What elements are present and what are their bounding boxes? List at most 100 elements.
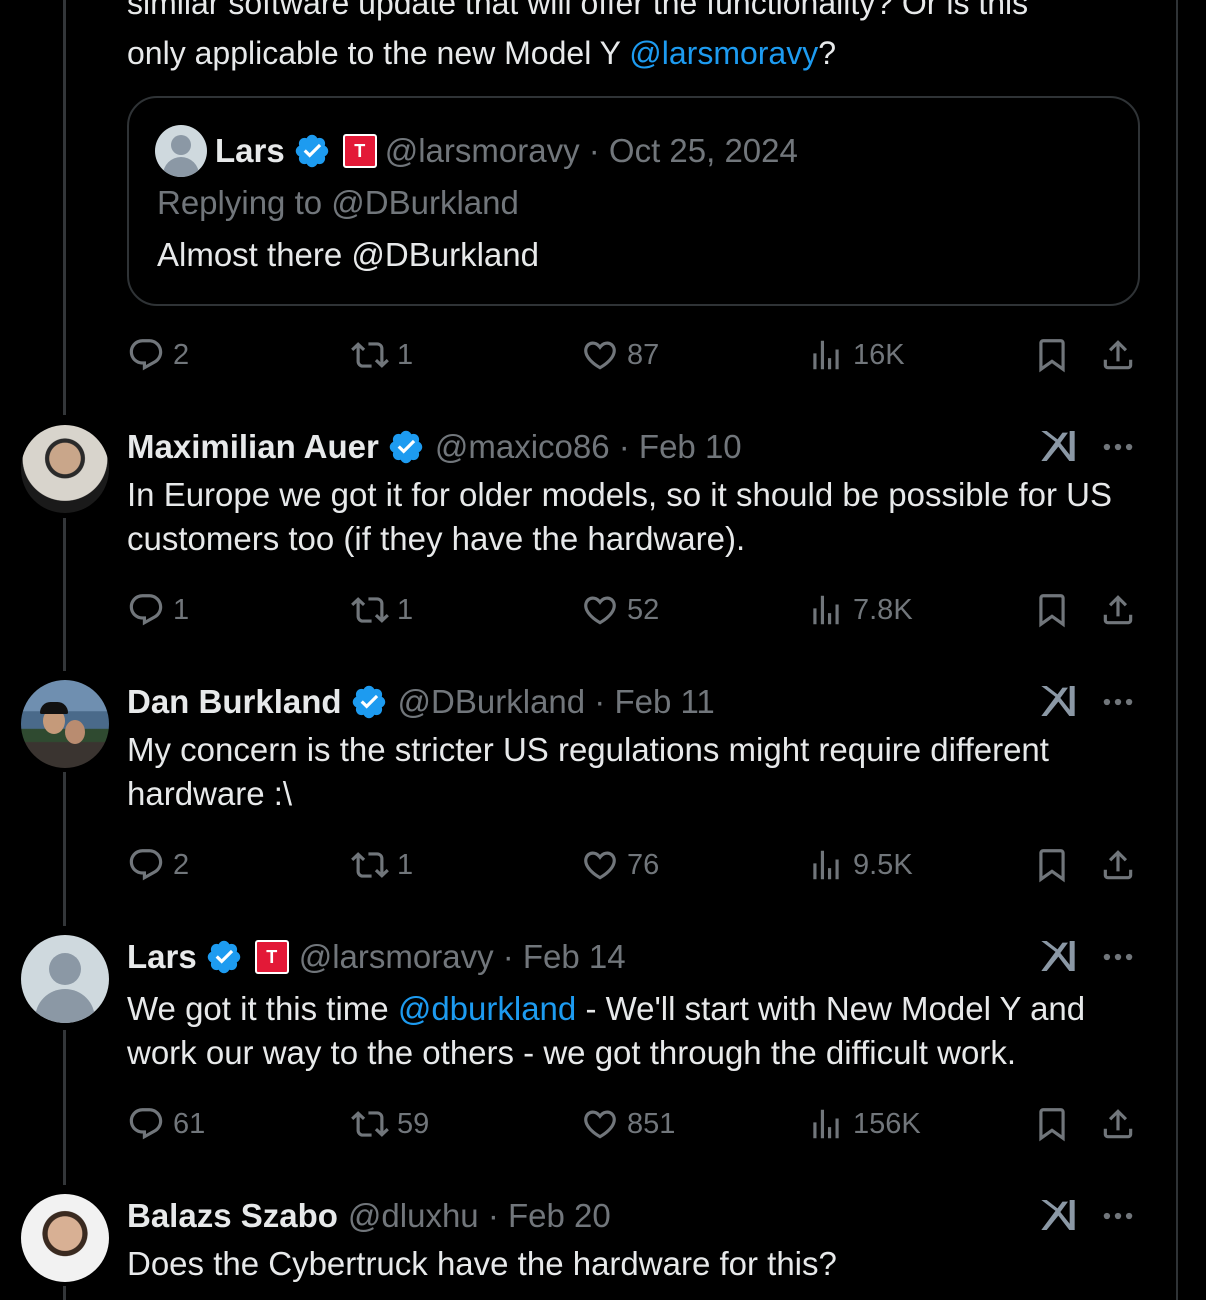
thread-line [63,1030,66,1185]
more-icon[interactable] [1098,938,1138,976]
quoted-tweet-header: Lars T @larsmoravy · Oct 25, 2024 [155,124,798,178]
thread-line [63,772,66,926]
tweet-text: In Europe we got it for older models, so… [127,476,1113,557]
heart-icon [581,336,619,374]
bookmark-button[interactable] [1033,588,1079,632]
tweet-text-line: only applicable to the new Model Y @lars… [127,35,837,71]
author-name[interactable]: Lars [127,938,197,976]
repost-icon [351,591,389,629]
repost-button[interactable]: 1 [351,333,413,377]
repost-icon [351,336,389,374]
more-icon[interactable] [1098,1197,1138,1235]
thread-line [63,0,66,415]
grok-icon[interactable] [1038,936,1078,976]
grok-icon[interactable] [1038,1195,1078,1235]
reply-icon [127,591,165,629]
share-icon [1099,591,1137,629]
share-icon [1099,846,1137,884]
grok-icon[interactable] [1038,426,1078,466]
quoted-tweet[interactable]: Lars T @larsmoravy · Oct 25, 2024 Replyi… [127,96,1140,306]
reply-button[interactable]: 61 [127,1102,205,1146]
like-button[interactable]: 87 [581,333,659,377]
tweet-header: Lars T @larsmoravy · Feb 14 [127,934,1140,980]
tweet-header: Maximilian Auer @maxico86 · Feb 10 [127,424,1140,470]
replying-to: Replying to @DBurkland [157,184,519,221]
share-button[interactable] [1099,1102,1145,1146]
author-name[interactable]: Maximilian Auer [127,428,379,466]
like-button[interactable]: 52 [581,588,659,632]
reply-button[interactable]: 2 [127,333,189,377]
author-name[interactable]: Dan Burkland [127,683,342,721]
bookmark-button[interactable] [1033,1102,1079,1146]
column-border [1176,0,1178,1300]
like-count: 851 [627,1107,676,1140]
mention-link[interactable]: @larsmoravy [629,35,818,71]
share-icon [1099,336,1137,374]
views-button[interactable]: 9.5K [807,843,913,887]
view-count: 156K [853,1107,921,1140]
view-count: 7.8K [853,593,913,626]
tweet-actions: 2 1 76 9.5K [127,843,1140,887]
like-count: 76 [627,848,660,881]
repost-icon [351,846,389,884]
share-button[interactable] [1099,588,1145,632]
reply-count: 2 [173,338,190,371]
thread-line [63,518,66,671]
repost-count: 59 [397,1107,430,1140]
repost-count: 1 [397,848,414,881]
repost-count: 1 [397,338,414,371]
share-button[interactable] [1099,843,1145,887]
more-icon[interactable] [1098,428,1138,466]
analytics-icon [807,846,845,884]
views-button[interactable]: 7.8K [807,588,913,632]
author-handle-date: @DBurkland · Feb 11 [397,683,715,720]
repost-icon [351,1105,389,1143]
bookmark-button[interactable] [1033,333,1079,377]
more-icon[interactable] [1098,683,1138,721]
author-handle-date: @dluxhu · Feb 20 [347,1197,611,1234]
reply-button[interactable]: 2 [127,843,189,887]
tweet-header: Dan Burkland @DBurkland · Feb 11 [127,679,1140,725]
bookmark-icon [1033,1105,1071,1143]
author-name[interactable]: Lars [215,132,285,170]
share-button[interactable] [1099,333,1145,377]
repost-count: 1 [397,593,414,626]
quoted-tweet-text: Almost there @DBurkland [157,236,539,273]
avatar[interactable] [21,935,109,1023]
views-button[interactable]: 16K [807,333,905,377]
reply-button[interactable]: 1 [127,588,189,632]
avatar[interactable] [21,425,109,513]
bookmark-icon [1033,846,1071,884]
author-handle-date: @larsmoravy · Oct 25, 2024 [384,132,798,169]
grok-icon[interactable] [1038,681,1078,721]
like-button[interactable]: 76 [581,843,659,887]
view-count: 9.5K [853,848,913,881]
repost-button[interactable]: 1 [351,588,413,632]
like-button[interactable]: 851 [581,1102,675,1146]
views-button[interactable]: 156K [807,1102,921,1146]
analytics-icon [807,591,845,629]
tweet-actions: 61 59 851 156K [127,1102,1140,1146]
thread-line [63,1286,66,1300]
repost-button[interactable]: 1 [351,843,413,887]
tesla-affiliation-badge[interactable]: T [342,134,377,168]
repost-button[interactable]: 59 [351,1102,429,1146]
bookmark-button[interactable] [1033,843,1079,887]
verified-badge-icon [205,938,243,976]
author-handle-date: @maxico86 · Feb 10 [434,428,742,465]
tesla-affiliation-badge[interactable]: T [254,940,289,974]
avatar[interactable] [155,125,207,177]
like-count: 52 [627,593,660,626]
avatar[interactable] [21,680,109,768]
reply-icon [127,1105,165,1143]
tweet-text-line: similar software update that will offer … [127,0,1029,21]
analytics-icon [807,336,845,374]
author-name[interactable]: Balazs Szabo [127,1197,338,1235]
avatar[interactable] [21,1194,109,1282]
like-count: 87 [627,338,660,371]
reply-icon [127,846,165,884]
tweet-text: similar software update that will offer … [127,0,1157,78]
mention-link[interactable]: @dburkland [398,990,576,1027]
verified-badge-icon [293,132,331,170]
tweet-header: Balazs Szabo @dluxhu · Feb 20 [127,1193,1140,1239]
